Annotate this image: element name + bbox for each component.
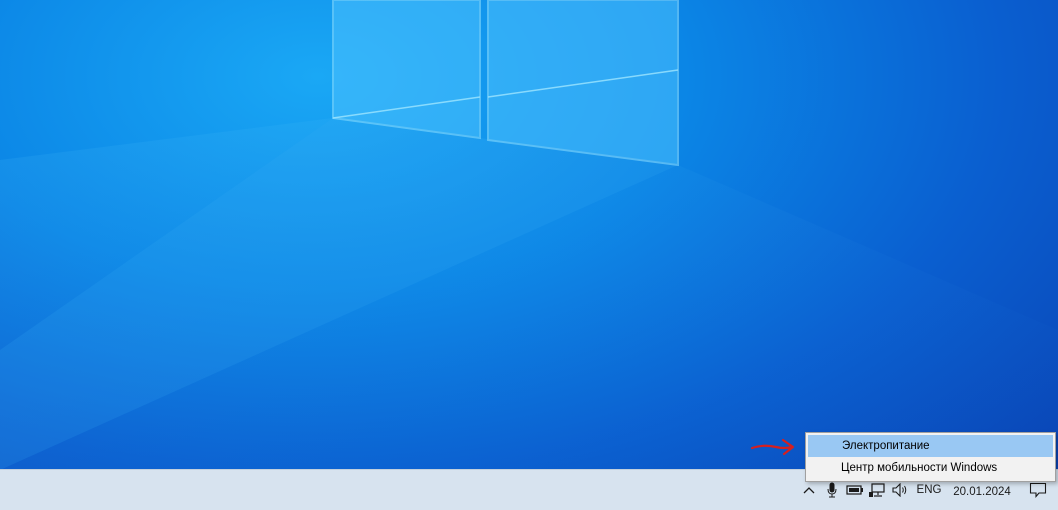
menu-item-mobility-center[interactable]: Центр мобильности Windows <box>808 457 1053 479</box>
annotation-arrow-icon <box>750 438 795 456</box>
notification-icon <box>1029 482 1047 498</box>
clock-date: 20.01.2024 <box>953 486 1011 498</box>
menu-item-power-options[interactable]: Электропитание <box>808 435 1053 457</box>
tray-context-menu: Электропитание Центр мобильности Windows <box>805 432 1056 482</box>
